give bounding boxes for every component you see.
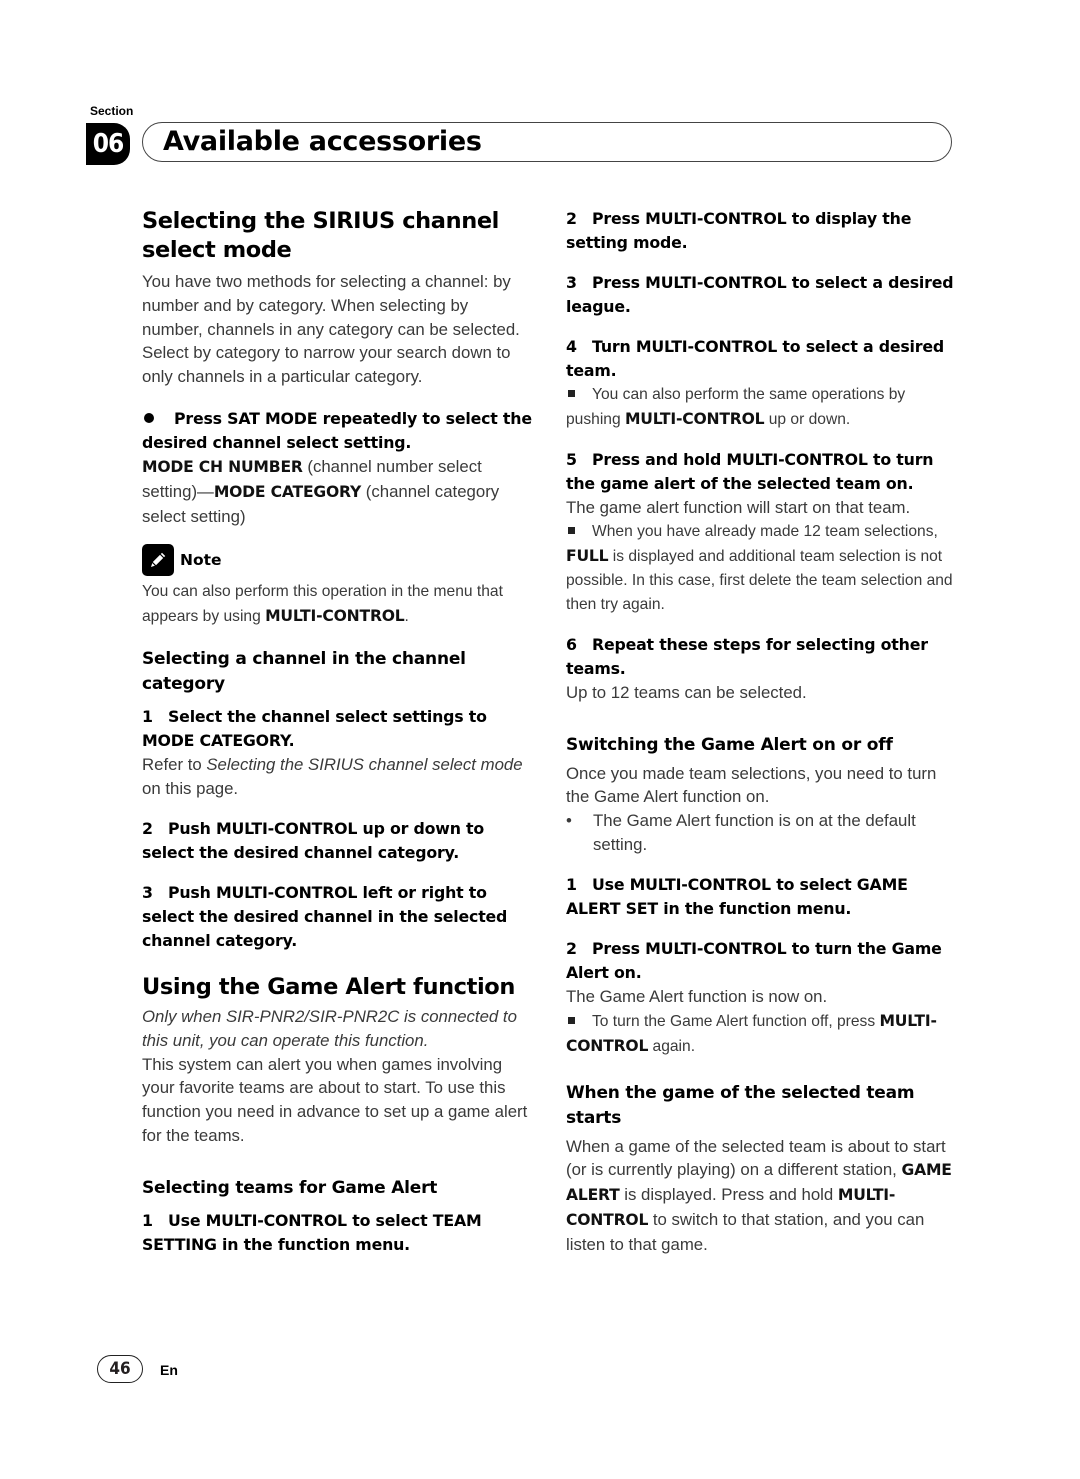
step5-note: When you have already made 12 team selec…	[566, 522, 953, 613]
page-number: 46	[97, 1355, 143, 1383]
heading-selecting-teams: Selecting teams for Game Alert	[142, 1177, 438, 1198]
teams-step-3: 3 Press MULTI-CONTROL to select a desired…	[566, 273, 954, 316]
step5-body: The game alert function will start on th…	[566, 498, 911, 517]
switch-step2-body: The Game Alert function is now on.	[566, 986, 828, 1006]
paragraph-sirius-intro: You have two methods for selecting a cha…	[142, 272, 520, 387]
page-title: Available accessories	[163, 126, 482, 157]
teams-step-6: 6 Repeat these steps for selecting other …	[566, 634, 928, 678]
game-alert-intro: This system can alert you when games inv…	[142, 1054, 528, 1145]
square-bullet-icon	[568, 1016, 575, 1024]
category-step-3: 3 Push MULTI-CONTROL left or right to sel…	[142, 882, 508, 950]
note-text: You can also perform this operation in t…	[142, 583, 503, 626]
teams-step-1: 1 Use MULTI-CONTROL to select TEAM SETTIN…	[142, 1210, 482, 1254]
step6-body: Up to 12 teams can be selected.	[566, 682, 807, 702]
category-step-1: 1 Select the channel select settings to M…	[142, 707, 487, 751]
switch-bullet: • The Game Alert function is on at the de…	[566, 811, 916, 854]
note-header: Note	[142, 544, 532, 577]
language-code: En	[160, 1362, 178, 1378]
heading-game-alert: Using the Game Alert function	[142, 973, 515, 1000]
heading-switching-game-alert: Switching the Game Alert on or off	[566, 734, 893, 755]
right-column: 2 Press MULTI-CONTROL to display the sett…	[566, 205, 958, 1257]
bullet-icon	[144, 412, 154, 423]
switch-step-1: 1 Use MULTI-CONTROL to select GAME ALERT …	[566, 874, 908, 918]
dot-bullet-icon: •	[566, 811, 572, 831]
step-press-sat-mode: Press SAT MODE repeatedly to select the …	[142, 408, 532, 452]
game-alert-requirement: Only when SIR-PNR2/SIR-PNR2C is connecte…	[142, 1006, 517, 1050]
square-bullet-icon	[568, 390, 575, 398]
square-bullet-icon	[568, 527, 575, 535]
when-body: When a game of the selected team is abou…	[566, 1136, 952, 1254]
step4-note: You can also perform the same operations…	[566, 386, 906, 428]
heading-channel-category: Selecting a channel in the channel categ…	[142, 649, 466, 695]
heading-sirius-select-mode: Selecting the SIRIUS channel select mode	[142, 208, 499, 263]
note-label: Note	[180, 551, 222, 570]
left-column: Selecting the SIRIUS channel select mode…	[142, 205, 532, 1257]
pencil-note-icon	[142, 544, 174, 577]
switch-step-2: 2 Press MULTI-CONTROL to turn the Game Al…	[566, 938, 942, 982]
teams-step-5: 5 Press and hold MULTI-CONTROL to turn th…	[566, 450, 934, 493]
heading-when-game-starts: When the game of the selected team start…	[566, 1082, 915, 1128]
switch-body: Once you made team selections, you need …	[566, 763, 937, 807]
category-step-2: 2 Push MULTI-CONTROL up or down to select…	[142, 818, 485, 862]
switch-note: To turn the Game Alert function off, pre…	[566, 1011, 937, 1055]
section-number-badge: 06	[86, 123, 130, 165]
refer-text: Refer to Selecting the SIRIUS channel se…	[142, 755, 523, 799]
teams-step-4: 4 Turn MULTI-CONTROL to select a desired …	[566, 337, 944, 380]
mode-options: MODE CH NUMBER (channel number select se…	[142, 456, 500, 526]
teams-step-2: 2 Press MULTI-CONTROL to display the sett…	[566, 209, 912, 252]
section-label: Section	[90, 104, 134, 118]
